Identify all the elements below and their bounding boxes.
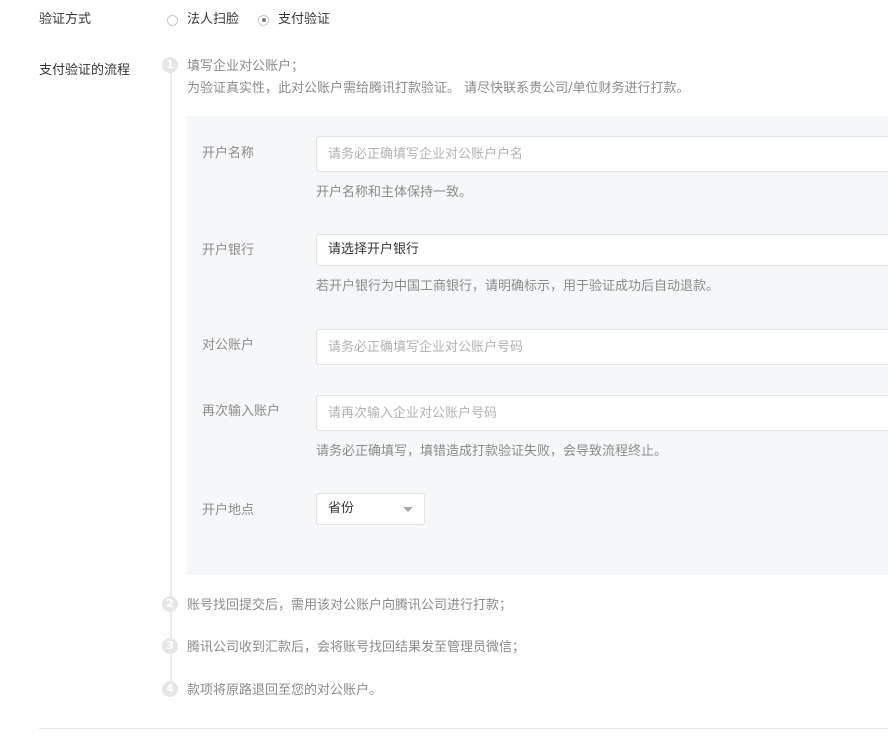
step-1-description: 为验证真实性，此对公账户需给腾讯打款验证。 请尽快联系贵公司/单位财务进行打款。 xyxy=(187,81,690,96)
account-confirm-input[interactable] xyxy=(316,395,888,431)
account-name-label: 开户名称 xyxy=(202,146,255,161)
radio-face-scan-label: 法人扫脸 xyxy=(187,12,240,27)
step-1-title: 填写企业对公账户； xyxy=(187,59,305,74)
account-name-tip: 开户名称和主体保持一致。 xyxy=(316,185,473,200)
account-confirm-tip: 请务必正确填写，填错造成打款验证失败，会导致流程终止。 xyxy=(316,444,668,459)
account-name-input[interactable] xyxy=(316,136,888,172)
step-4-text: 款项将原路退回至您的对公账户。 xyxy=(187,683,383,698)
radio-payment-verify[interactable]: 支付验证 xyxy=(258,11,330,29)
payment-verification-page: 验证方式 法人扫脸 支付验证 支付验证的流程 1 填写企业对公账户； 为验证真实… xyxy=(0,0,888,747)
verify-method-label: 验证方式 xyxy=(39,12,92,27)
account-number-input[interactable] xyxy=(316,329,888,365)
step-2-badge: 2 xyxy=(162,596,178,612)
bank-select[interactable]: 请选择开户银行 xyxy=(316,234,888,266)
account-confirm-label: 再次输入账户 xyxy=(202,404,281,419)
bank-label: 开户银行 xyxy=(202,243,255,258)
bank-tip: 若开户银行为中国工商银行，请明确标示，用于验证成功后自动退款。 xyxy=(316,279,720,294)
radio-checked-icon[interactable] xyxy=(258,14,270,26)
bottom-divider xyxy=(39,728,888,729)
location-label: 开户地点 xyxy=(202,503,255,518)
province-select[interactable]: 省份 xyxy=(316,493,425,525)
verify-method-radio-group: 法人扫脸 支付验证 xyxy=(167,11,349,29)
account-number-label: 对公账户 xyxy=(202,338,255,353)
province-select-value: 省份 xyxy=(328,501,355,516)
caret-down-icon xyxy=(403,507,413,512)
radio-unchecked-icon[interactable] xyxy=(167,14,178,26)
step-2-text: 账号找回提交后，需用该对公账户向腾讯公司进行打款； xyxy=(187,598,513,613)
step-3-text: 腾讯公司收到汇款后，会将账号找回结果发至管理员微信； xyxy=(187,640,526,655)
step-3-badge: 3 xyxy=(162,638,178,654)
radio-payment-verify-label: 支付验证 xyxy=(278,12,331,27)
step-1-badge: 1 xyxy=(162,57,178,73)
radio-face-scan[interactable]: 法人扫脸 xyxy=(167,11,239,29)
flow-label: 支付验证的流程 xyxy=(39,63,131,78)
step-4-badge: 4 xyxy=(162,681,178,697)
